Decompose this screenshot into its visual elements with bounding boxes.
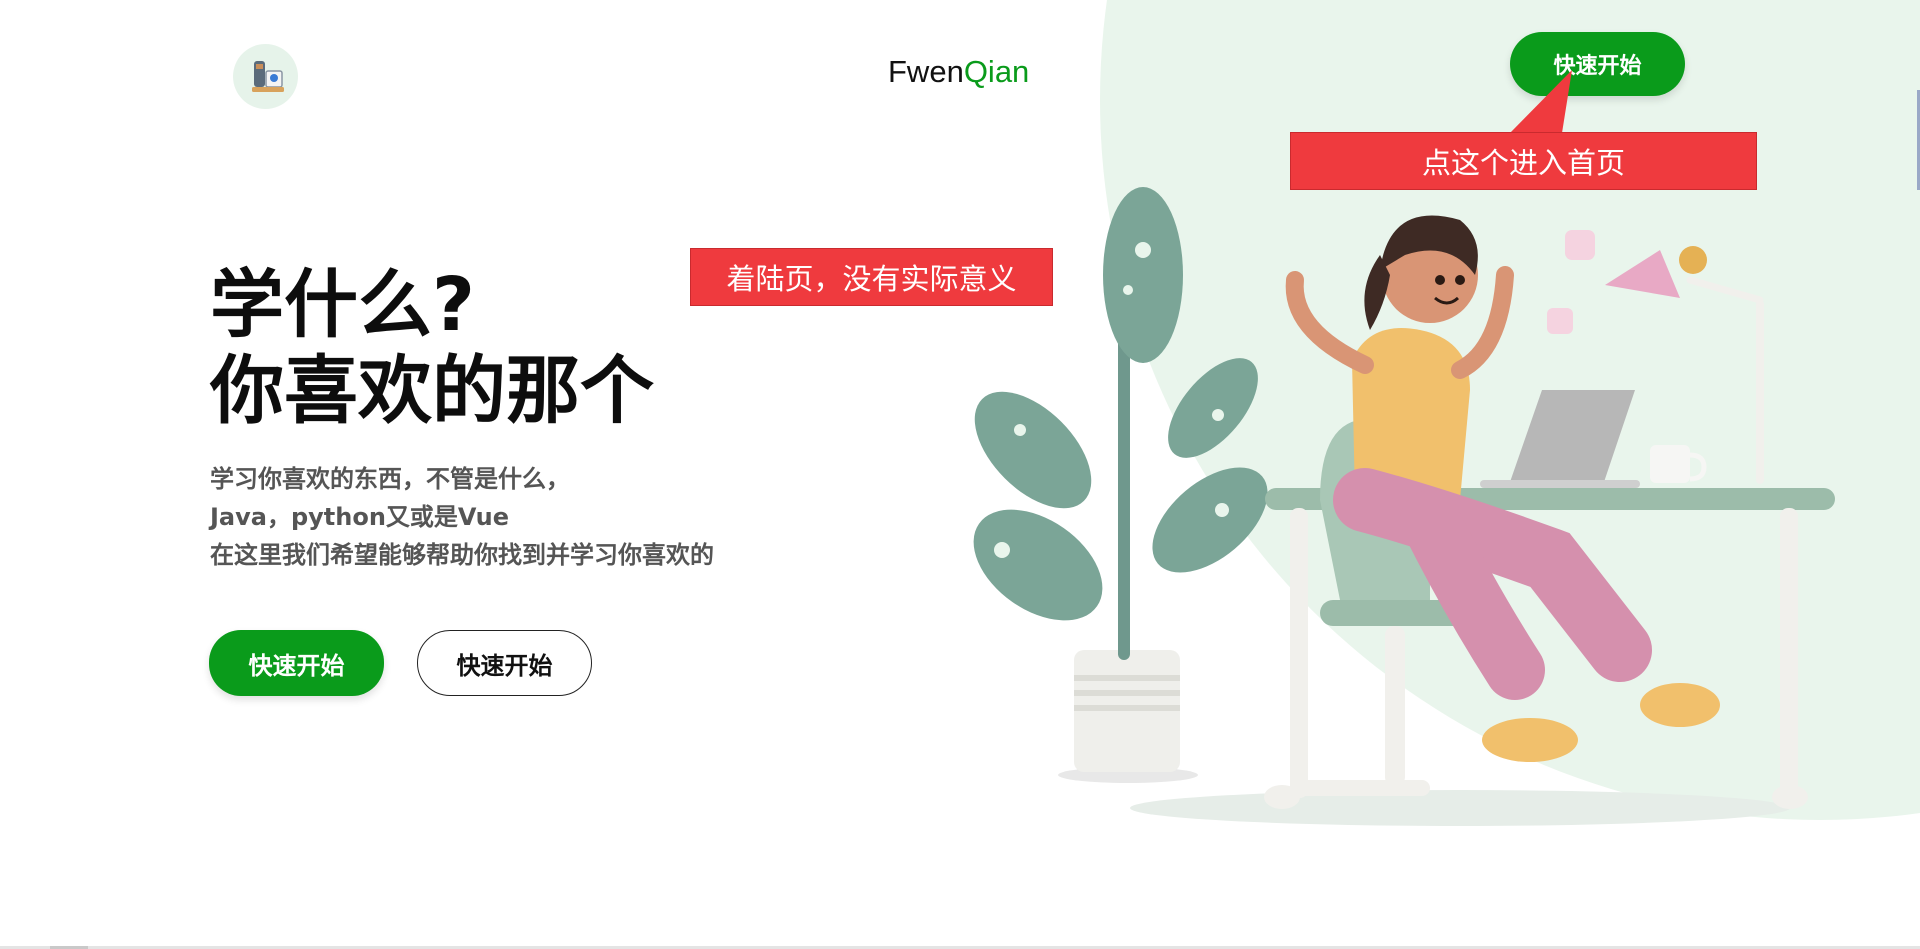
hero-illustration <box>973 187 1835 826</box>
hero-title-line1: 学什么? <box>210 262 475 348</box>
hero-title-line2: 你喜欢的那个 <box>210 348 654 434</box>
header-start-button[interactable]: 快速开始 <box>1510 32 1685 96</box>
hero-desc-line2: Java，python又或是Vue <box>210 503 510 531</box>
plant-illustration <box>973 187 1268 783</box>
hero-start-button-primary[interactable]: 快速开始 <box>209 630 384 696</box>
brand-prefix: Fwen <box>888 54 964 89</box>
hero-description: 学习你喜欢的东西，不管是什么， Java，python又或是Vue 在这里我们希… <box>210 460 714 574</box>
hero-desc-line3: 在这里我们希望能够帮助你找到并学习你喜欢的 <box>210 541 714 569</box>
brand-accent: Qian <box>963 54 1030 89</box>
landing-page: FwenQian 快速开始 点这个进入首页 着陆页，没有实际意义 学什么? 你喜… <box>0 0 1920 949</box>
hero-title: 学什么? 你喜欢的那个 <box>210 262 654 434</box>
logo-icon <box>251 60 284 92</box>
logo[interactable] <box>233 44 298 109</box>
brand-name: FwenQian <box>888 54 1029 90</box>
hero-start-button-secondary[interactable]: 快速开始 <box>417 630 592 696</box>
hero-desc-line1: 学习你喜欢的东西，不管是什么， <box>210 465 570 493</box>
